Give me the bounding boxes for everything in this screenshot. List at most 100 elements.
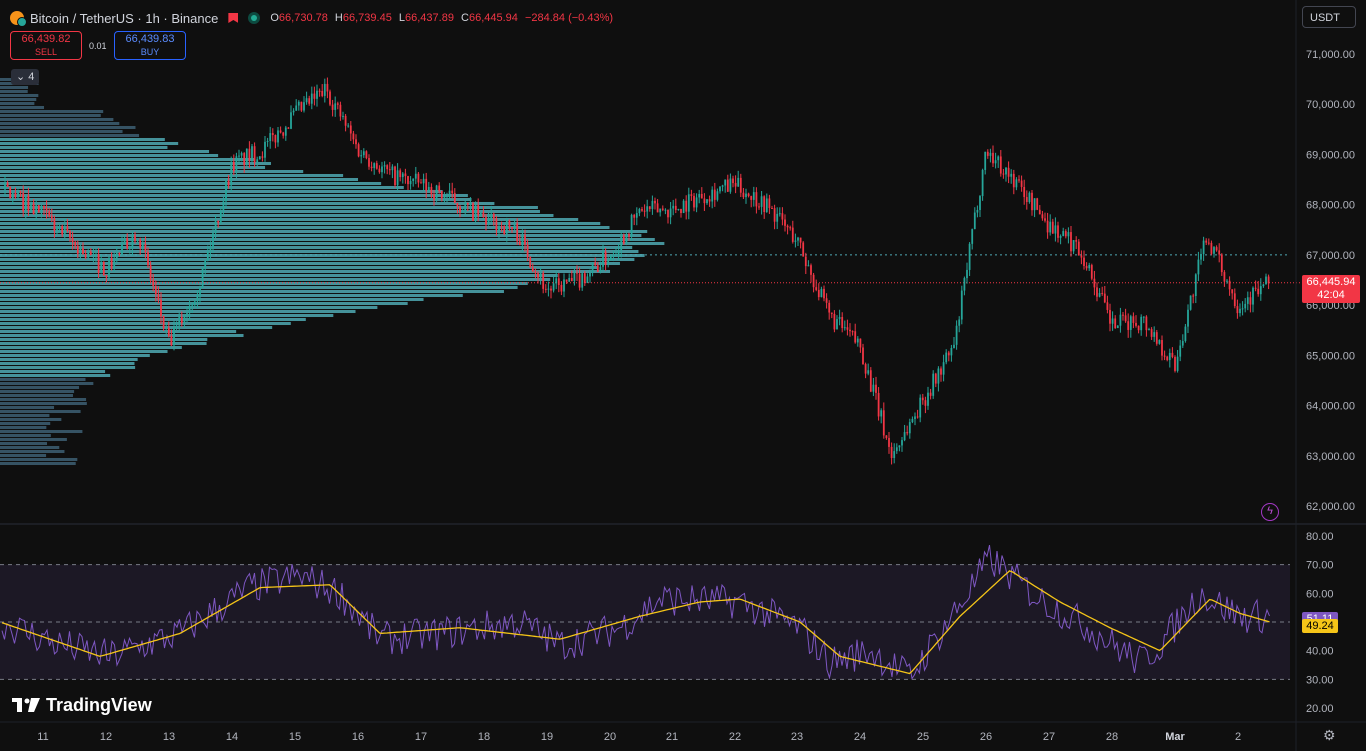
symbol-title[interactable]: Bitcoin / TetherUS · 1h · Binance xyxy=(30,11,218,26)
candle-body xyxy=(617,250,620,256)
candle-body xyxy=(1210,242,1213,254)
volume-profile-bar xyxy=(0,346,182,349)
volume-profile-bar xyxy=(0,230,648,233)
volume-profile-bar xyxy=(0,318,306,321)
candle-body xyxy=(277,130,279,143)
lightning-icon[interactable]: ϟ xyxy=(1261,503,1279,521)
candle-body xyxy=(1137,325,1140,331)
candle-body xyxy=(1080,255,1083,258)
volume-profile-bar xyxy=(0,266,598,269)
candle-body xyxy=(895,447,898,452)
volume-profile-bar xyxy=(0,374,111,377)
candle-body xyxy=(1218,250,1221,255)
time-tick-label: 16 xyxy=(352,731,364,743)
candle-body xyxy=(409,180,412,185)
volume-profile-bar xyxy=(0,362,135,365)
candle-body xyxy=(1124,315,1127,322)
candle-body xyxy=(1168,352,1171,361)
buy-button[interactable]: 66,439.83 BUY xyxy=(114,31,186,60)
candle-body xyxy=(693,195,695,208)
volume-profile-bar xyxy=(0,454,47,457)
currency-selector[interactable]: USDT xyxy=(1302,6,1356,28)
volume-profile-bar xyxy=(0,446,60,449)
candle-body xyxy=(713,189,716,200)
candle-body xyxy=(898,445,901,448)
candle-body xyxy=(1213,247,1215,254)
candle-body xyxy=(1070,232,1072,252)
candle-body xyxy=(30,203,32,212)
symbol-header[interactable]: Bitcoin / TetherUS · 1h · Binance O66,73… xyxy=(10,8,617,28)
candle-body xyxy=(321,91,324,96)
candle-body xyxy=(843,327,846,329)
flag-icon[interactable] xyxy=(228,13,239,23)
candle-body xyxy=(648,206,651,209)
candle-body xyxy=(1192,295,1195,297)
candle-body xyxy=(711,189,714,202)
candle-body xyxy=(1033,198,1036,211)
volume-profile-bar xyxy=(0,366,136,369)
candle-body xyxy=(113,260,116,269)
candle-body xyxy=(1148,329,1150,331)
candle-body xyxy=(500,226,503,228)
candle-body xyxy=(622,235,625,244)
candle-body xyxy=(448,190,451,197)
candle-body xyxy=(295,105,298,111)
volume-profile-bar xyxy=(0,286,518,289)
volume-profile-bar xyxy=(0,118,114,121)
rsi-tick-label: 80.00 xyxy=(1306,531,1334,543)
candle-body xyxy=(739,177,742,193)
candle-body xyxy=(828,302,831,313)
candle-body xyxy=(994,160,997,164)
candle-body xyxy=(973,212,976,230)
indicators-toggle[interactable]: ⌄ 4 xyxy=(11,69,40,85)
candle-body xyxy=(1197,259,1200,275)
candle-body xyxy=(1072,240,1075,252)
candle-body xyxy=(846,327,849,330)
candle-body xyxy=(518,241,521,246)
candle-body xyxy=(807,265,810,267)
candle-body xyxy=(724,179,727,186)
candle-body xyxy=(940,368,942,375)
candle-body xyxy=(1020,180,1023,187)
candle-body xyxy=(66,226,69,231)
candle-body xyxy=(464,202,467,212)
candle-body xyxy=(318,90,321,92)
candle-body xyxy=(958,319,961,326)
candle-body xyxy=(27,195,30,212)
candle-body xyxy=(763,196,766,213)
candle-body xyxy=(677,209,680,211)
gear-icon[interactable]: ⚙ xyxy=(1323,728,1337,742)
candle-body xyxy=(217,220,220,223)
candle-body xyxy=(721,185,724,187)
candle-body xyxy=(339,104,342,117)
volume-profile-bar xyxy=(0,150,210,153)
candle-body xyxy=(401,173,404,178)
candle-body xyxy=(960,290,963,320)
volume-profile-bar xyxy=(0,294,463,297)
sell-button[interactable]: 66,439.82 SELL xyxy=(10,31,82,60)
chart-canvas[interactable]: 71,000.00 70,000.00 69,000.00 68,000.00 67,0… xyxy=(0,0,1366,751)
candle-body xyxy=(979,196,981,210)
volume-profile-bar xyxy=(0,458,78,461)
volume-profile-bar xyxy=(0,194,468,197)
candle-body xyxy=(563,279,565,292)
candle-body xyxy=(76,245,79,254)
tradingview-logo: TradingView xyxy=(12,694,152,716)
candle-body xyxy=(147,251,149,266)
candle-body xyxy=(1075,240,1078,242)
candle-body xyxy=(248,148,251,161)
candle-body xyxy=(115,252,118,261)
candle-body xyxy=(469,203,472,205)
candle-body xyxy=(729,178,732,192)
price-tick-label: 71,000.00 xyxy=(1306,49,1355,61)
candle-body xyxy=(690,194,693,196)
volume-profile-bar xyxy=(0,158,256,161)
candle-body xyxy=(165,327,168,329)
candle-body xyxy=(131,235,134,248)
candle-body xyxy=(243,153,246,166)
candle-body xyxy=(784,219,786,226)
candle-body xyxy=(901,440,903,446)
candle-body xyxy=(906,432,909,434)
candle-body xyxy=(391,166,394,171)
candle-body xyxy=(815,287,818,290)
